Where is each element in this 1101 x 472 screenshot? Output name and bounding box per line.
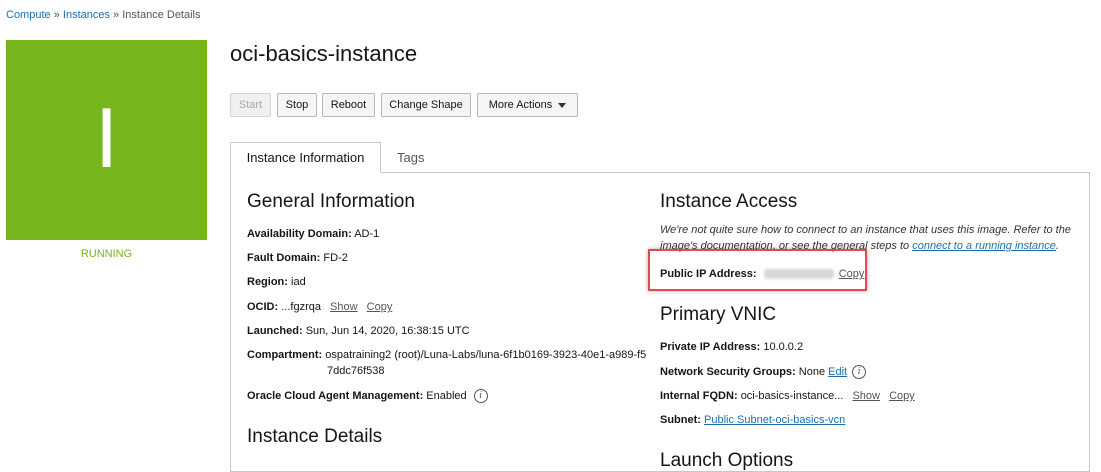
page-title: oci-basics-instance [230, 41, 418, 66]
subnet-row: Subnet: Public Subnet-oci-basics-vcn [660, 414, 845, 426]
breadcrumb-separator: » [53, 9, 60, 21]
fault-domain-row: Fault Domain: FD-2 [247, 252, 348, 264]
private-ip-value: 10.0.0.2 [763, 341, 804, 353]
availability-domain-label: Availability Domain: [247, 228, 352, 240]
general-information-heading: General Information [247, 191, 415, 212]
chevron-down-icon [558, 102, 567, 108]
info-icon[interactable]: i [852, 365, 867, 379]
launched-row: Launched: Sun, Jun 14, 2020, 16:38:15 UT… [247, 325, 470, 337]
private-ip-row: Private IP Address: 10.0.0.2 [660, 341, 803, 353]
nsg-edit-link[interactable]: Edit [828, 366, 847, 378]
compartment-label: Compartment: [247, 349, 323, 361]
agent-management-row: Oracle Cloud Agent Management: Enabled i [247, 389, 488, 403]
stop-button[interactable]: Stop [277, 93, 317, 117]
ocid-copy-link[interactable]: Copy [367, 301, 393, 313]
access-note-line1: We're not quite sure how to connect to a… [660, 224, 1071, 236]
highlight-box [648, 249, 867, 291]
availability-domain-value: AD-1 [354, 228, 380, 240]
nsg-row: Network Security Groups: None Edit i [660, 365, 867, 379]
breadcrumb-separator: » [113, 9, 120, 21]
breadcrumb-instances[interactable]: Instances [63, 9, 110, 21]
compartment-row: Compartment: ospatraining2 (root)/Luna-L… [247, 349, 646, 361]
fqdn-show-link[interactable]: Show [852, 390, 880, 402]
access-note-end: . [1055, 240, 1059, 252]
agent-management-label: Oracle Cloud Agent Management: [247, 389, 424, 402]
ocid-row: OCID: ...fgzrqa Show Copy [247, 301, 392, 313]
region-row: Region: iad [247, 276, 306, 288]
launch-options-heading: Launch Options [660, 450, 794, 471]
tab-tags[interactable]: Tags [397, 150, 424, 165]
reboot-button[interactable]: Reboot [322, 93, 375, 117]
fault-domain-value: FD-2 [323, 252, 348, 264]
primary-vnic-heading: Primary VNIC [660, 304, 777, 325]
info-icon[interactable]: i [473, 389, 488, 403]
breadcrumb: Compute » Instances » Instance Details [6, 9, 201, 21]
region-value: iad [291, 276, 306, 288]
subnet-label: Subnet: [660, 414, 701, 426]
agent-management-value: Enabled [426, 389, 467, 402]
nsg-label: Network Security Groups: [660, 365, 796, 378]
fault-domain-label: Fault Domain: [247, 252, 321, 264]
compartment-value: ospatraining2 (root)/Luna-Labs/luna-6f1b… [325, 349, 647, 361]
breadcrumb-current: Instance Details [122, 9, 201, 21]
ocid-value: ...fgzrqa [281, 301, 321, 313]
fqdn-copy-link[interactable]: Copy [889, 390, 915, 402]
compartment-value-cont: 7ddc76f538 [327, 365, 385, 377]
more-actions-label: More Actions [488, 99, 553, 111]
connect-instance-link[interactable]: connect to a running instance [912, 240, 1056, 252]
instance-access-heading: Instance Access [660, 191, 798, 212]
launched-value: Sun, Jun 14, 2020, 16:38:15 UTC [305, 325, 470, 337]
start-button[interactable]: Start [230, 93, 271, 117]
availability-domain-row: Availability Domain: AD-1 [247, 228, 379, 240]
instance-details-heading: Instance Details [247, 426, 383, 447]
fqdn-value: oci-basics-instance... [740, 390, 844, 402]
nsg-value: None [798, 365, 826, 378]
fqdn-label: Internal FQDN: [660, 390, 738, 402]
launched-label: Launched: [247, 325, 303, 337]
tab-instance-information[interactable]: Instance Information [230, 142, 381, 173]
region-label: Region: [247, 276, 288, 288]
fqdn-row: Internal FQDN: oci-basics-instance... Sh… [660, 390, 915, 402]
change-shape-button[interactable]: Change Shape [381, 93, 471, 117]
ocid-show-link[interactable]: Show [330, 301, 358, 313]
breadcrumb-compute[interactable]: Compute [6, 9, 51, 21]
ocid-label: OCID: [247, 301, 279, 313]
instance-tile: I [6, 40, 207, 240]
status-label: RUNNING [80, 248, 133, 260]
subnet-link[interactable]: Public Subnet-oci-basics-vcn [704, 414, 845, 426]
instance-initial: I [94, 93, 119, 186]
private-ip-label: Private IP Address: [660, 341, 761, 353]
more-actions-button[interactable]: More Actions [477, 93, 578, 117]
